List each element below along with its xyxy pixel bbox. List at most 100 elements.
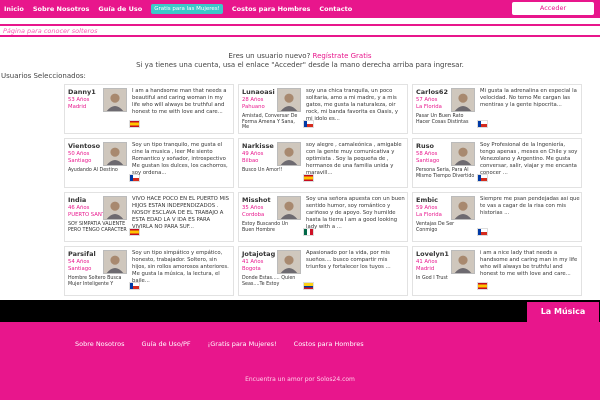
- profile-photo[interactable]: [103, 142, 127, 166]
- profile-name[interactable]: Carlos62: [416, 88, 448, 96]
- country-flag-icon: [477, 228, 488, 236]
- profile-name[interactable]: Misshot: [242, 196, 271, 204]
- login-button[interactable]: Acceder: [512, 2, 594, 15]
- profile-tagline: Ventajas De Ser Conmigo: [416, 222, 455, 233]
- nav-sobre-nosotros[interactable]: Sobre Nosotros: [33, 5, 90, 13]
- profile-name[interactable]: Lunaoasi: [242, 88, 275, 96]
- profile-name[interactable]: Ruso: [416, 142, 434, 150]
- profile-meta: 58 Años Santiago: [416, 151, 439, 164]
- profile-meta: 41 Años Bogota: [242, 259, 263, 272]
- profile-tagline: Hombre Soltero Busca Mujer Inteligente Y: [68, 276, 122, 287]
- country-flag-icon: [303, 282, 314, 290]
- profile-city: La Florida: [416, 103, 442, 110]
- profile-tagline: Donde Estas..... Quien Seas....Te Estoy: [242, 276, 296, 287]
- profile-tagline: Ayudando Al Destino: [68, 168, 118, 173]
- nav-gratis-mujeres[interactable]: Gratis para las Mujeres!: [151, 4, 223, 14]
- footer: [0, 322, 600, 400]
- footer-link-costos-hombres[interactable]: Costos para Hombres: [294, 340, 364, 348]
- profile-tagline: Estoy Buscando Un Buen Hombre: [242, 222, 289, 233]
- nav-contacto[interactable]: Contacto: [319, 5, 352, 13]
- profile-name[interactable]: Parsifal: [68, 250, 96, 258]
- footer-link-sobre-nosotros[interactable]: Sobre Nosotros: [75, 340, 124, 348]
- profile-city: Madrid: [68, 103, 87, 110]
- profile-photo[interactable]: [451, 142, 475, 166]
- profile-description: Soy un tipo tranquilo, me gusta el cine …: [132, 142, 228, 176]
- profile-tagline: Busco Un Amor!!: [242, 168, 283, 173]
- profile-card[interactable]: Narkisse 49 Años Bilbao Busco Un Amor!! soy …: [238, 138, 408, 188]
- profile-city: Santiago: [416, 157, 440, 164]
- profile-city: La Florida: [416, 211, 442, 218]
- profile-age: 41 Años: [416, 259, 438, 265]
- profile-description: VIVO HACE POCO EN EL PUERTO MIS HIJOS ES…: [132, 196, 229, 230]
- nav-costos-hombres[interactable]: Costos para Hombres: [232, 5, 311, 13]
- profile-age: 50 Años: [68, 151, 90, 157]
- profile-city: Bogota: [242, 265, 261, 272]
- register-link[interactable]: Regístrate Gratis: [313, 52, 372, 60]
- profile-card[interactable]: Carlos62 57 Años La Florida Pasar Un Buen R…: [412, 84, 582, 134]
- profile-card[interactable]: Embic 59 Años La Florida Ventajas De Ser Co…: [412, 192, 582, 242]
- profile-meta: 54 Años Santiago: [68, 259, 91, 272]
- profile-photo[interactable]: [277, 196, 301, 220]
- profile-name[interactable]: Narkisse: [242, 142, 274, 150]
- avatar-icon: [278, 89, 300, 111]
- country-flag-icon: [477, 120, 488, 128]
- profile-photo[interactable]: [277, 142, 301, 166]
- profile-card[interactable]: Danny1 53 Años Madrid I am a handsome man t…: [64, 84, 234, 134]
- country-flag-icon: [477, 282, 488, 290]
- profile-photo[interactable]: [277, 250, 301, 274]
- nav-guia-de-uso[interactable]: Guía de Uso: [98, 5, 142, 13]
- profile-card[interactable]: Ruso 58 Años Santiago Persona Seria, Para A…: [412, 138, 582, 188]
- profile-description: Siempre me psan pendejadas asi que te va…: [480, 196, 580, 216]
- subheader-bar: Página para conocer solteros: [0, 24, 600, 37]
- profile-card[interactable]: Lunaoasi 28 Años Pahuano Amistad, Conversar…: [238, 84, 408, 134]
- profile-description: Soy Profesional de la Ingeniería, tengo …: [480, 142, 578, 176]
- profile-card[interactable]: Misshot 35 Años Cordoba Estoy Buscando Un B…: [238, 192, 408, 242]
- intro-line-2: Si ya tienes una cuenta, usa el enlace "…: [136, 61, 464, 69]
- profile-name[interactable]: Danny1: [68, 88, 96, 96]
- music-button[interactable]: La Música: [527, 302, 599, 322]
- profile-city: Madrid: [416, 265, 435, 272]
- avatar-icon: [452, 197, 474, 219]
- nav-inicio[interactable]: Inicio: [4, 5, 24, 13]
- footer-link-gratis-mujeres[interactable]: ¡Gratis para Mujeres!: [208, 340, 277, 348]
- footer-link-guia[interactable]: Guía de Uso/PF: [141, 340, 190, 348]
- profile-name[interactable]: India: [68, 196, 86, 204]
- profile-name[interactable]: Vientoso: [68, 142, 100, 150]
- main-nav: Inicio Sobre Nosotros Guía de Uso Gratis…: [4, 0, 361, 18]
- avatar-icon: [278, 251, 300, 273]
- profile-photo[interactable]: [451, 88, 475, 112]
- profile-tagline: In God I Trust: [416, 276, 448, 281]
- profile-name[interactable]: Embic: [416, 196, 438, 204]
- profile-tagline: Amistad, Conversar De Forma Amena Y Sana…: [242, 114, 298, 131]
- profile-age: 41 Años: [242, 259, 264, 265]
- footer-copyright: Encuentra un amor por Solos24.com: [245, 376, 355, 383]
- section-title: Usuarios Seleccionados:: [1, 72, 86, 80]
- profile-photo[interactable]: [103, 250, 127, 274]
- profile-photo[interactable]: [451, 196, 475, 220]
- avatar-icon: [452, 143, 474, 165]
- avatar-icon: [452, 251, 474, 273]
- profile-meta: 59 Años La Florida: [416, 205, 442, 218]
- profile-meta: 57 Años La Florida: [416, 97, 442, 110]
- profile-photo[interactable]: [451, 250, 475, 274]
- profile-card[interactable]: Parsifal 54 Años Santiago Hombre Soltero Bu…: [64, 246, 234, 296]
- profile-photo[interactable]: [103, 196, 127, 220]
- profile-card[interactable]: Vientoso 50 Años Santiago Ayudando Al Desti…: [64, 138, 234, 188]
- profile-city: Cordoba: [242, 211, 265, 218]
- profile-meta: 53 Años Madrid: [68, 97, 89, 110]
- profile-name[interactable]: Jotajotag: [242, 250, 275, 258]
- intro-question: Eres un usuario nuevo?: [228, 52, 311, 60]
- profile-name[interactable]: Lovelyn1: [416, 250, 449, 258]
- intro-line-1: Eres un usuario nuevo? Regístrate Gratis: [0, 52, 600, 61]
- profile-card[interactable]: Jotajotag 41 Años Bogota Donde Estas..... Q…: [238, 246, 408, 296]
- profile-description: Soy una señora apuesta con un buen senti…: [306, 196, 405, 230]
- profile-photo[interactable]: [277, 88, 301, 112]
- profile-tagline: SOY SIMPATIA VALIENTE PERO TENGO CARACTE…: [68, 222, 127, 233]
- profile-card[interactable]: Lovelyn1 41 Años Madrid In God I Trust i am …: [412, 246, 582, 296]
- profile-meta: 35 Años Cordoba: [242, 205, 264, 218]
- profile-age: 54 Años: [68, 259, 90, 265]
- profile-description: Apasionado por la vida, por mis sueños..…: [306, 250, 391, 270]
- profile-photo[interactable]: [103, 88, 127, 112]
- profile-card[interactable]: India 46 Años PUERTO SANTAMARI SOY SIMPATIA…: [64, 192, 234, 242]
- profile-city: Santiago: [68, 265, 92, 272]
